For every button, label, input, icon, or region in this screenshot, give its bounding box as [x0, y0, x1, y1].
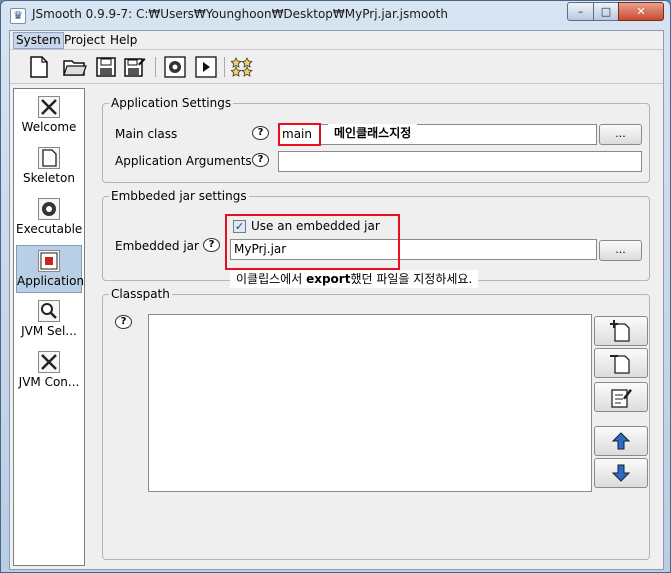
- sidebar-nav: Welcome Skeleton Executable Application: [13, 88, 85, 566]
- toolbar-separator: [155, 57, 156, 77]
- move-down-button[interactable]: [594, 458, 648, 488]
- application-settings-group: Application Settings Main class ? main 메…: [102, 96, 650, 183]
- sidebar-item-jvm-selection[interactable]: JVM Sel...: [16, 296, 82, 344]
- remove-file-icon: [610, 355, 630, 374]
- menu-project[interactable]: Project: [62, 33, 107, 48]
- sidebar-item-application[interactable]: Application: [16, 245, 85, 293]
- toolbar: [10, 51, 663, 84]
- sidebar-item-label: Executable: [16, 222, 83, 236]
- menu-system[interactable]: System: [13, 32, 64, 49]
- maximize-button[interactable]: □: [593, 2, 619, 21]
- sidebar-item-skeleton[interactable]: Skeleton: [16, 143, 82, 191]
- application-icon: [38, 250, 60, 272]
- embedded-jar-browse-button[interactable]: ...: [599, 240, 642, 261]
- jsmooth-app-icon: ♛: [10, 8, 26, 24]
- sidebar-item-executable[interactable]: Executable: [16, 194, 82, 242]
- note-bold: export: [306, 272, 351, 286]
- executable-icon: [38, 198, 60, 220]
- note-prefix: 이클립스에서: [236, 272, 307, 286]
- add-file-icon: [610, 320, 630, 342]
- sidebar-item-label: JVM Sel...: [21, 324, 77, 338]
- embedded-jar-group: Embbeded jar settings Embedded jar ? ✓ U…: [102, 189, 650, 281]
- new-file-icon[interactable]: [27, 55, 51, 79]
- arrow-down-icon: [611, 464, 631, 482]
- remove-classpath-button[interactable]: [594, 348, 648, 378]
- main-class-browse-button[interactable]: ...: [599, 124, 642, 145]
- note-suffix: 했던 파일을 지정하세요.: [350, 272, 473, 286]
- sidebar-item-label: JVM Con...: [18, 375, 80, 389]
- application-window: ♛ JSmooth 0.9.9-7: C:₩Users₩Younghoon₩De…: [0, 0, 671, 573]
- open-folder-icon[interactable]: [63, 55, 87, 79]
- sidebar-item-jvm-configuration[interactable]: JVM Con...: [16, 347, 82, 395]
- sidebar-item-label: Application: [17, 274, 85, 288]
- close-button[interactable]: ✕: [618, 2, 664, 21]
- toolbar-separator: [224, 57, 225, 77]
- run-icon[interactable]: [194, 55, 218, 79]
- jvm-configuration-icon: [38, 351, 60, 373]
- welcome-icon: [38, 96, 60, 118]
- highlight-box: [278, 123, 321, 146]
- application-panel: Application Settings Main class ? main 메…: [89, 88, 659, 566]
- arrow-up-icon: [611, 432, 631, 450]
- menu-help[interactable]: Help: [108, 33, 139, 48]
- arguments-input[interactable]: [278, 151, 642, 172]
- help-icon[interactable]: ?: [252, 126, 269, 140]
- sidebar-item-label: Skeleton: [23, 171, 75, 185]
- skeleton-icon: [38, 147, 60, 169]
- sidebar-item-welcome[interactable]: Welcome: [16, 92, 82, 140]
- client-area: System Project Help Welcome Skeleton Exe…: [9, 30, 664, 570]
- main-class-label: Main class: [115, 127, 178, 141]
- embedded-jar-label: Embedded jar: [115, 239, 199, 253]
- compile-icon[interactable]: [163, 55, 187, 79]
- edit-file-icon: [611, 389, 632, 408]
- highlight-box: [225, 214, 400, 270]
- group-title: Application Settings: [109, 96, 234, 110]
- classpath-group: Classpath ?: [102, 287, 650, 560]
- edit-classpath-button[interactable]: [594, 382, 648, 412]
- add-classpath-button[interactable]: [594, 316, 648, 346]
- annotation-note: 메인클래스지정: [328, 124, 418, 142]
- help-icon[interactable]: ?: [115, 315, 132, 329]
- help-icon[interactable]: ?: [203, 238, 220, 252]
- menu-bar: System Project Help: [10, 31, 663, 50]
- minimize-button[interactable]: –: [567, 2, 594, 21]
- jvm-selection-icon: [38, 300, 60, 322]
- stars-icon[interactable]: [230, 55, 254, 79]
- arguments-label: Application Arguments: [115, 154, 252, 168]
- help-icon[interactable]: ?: [252, 153, 269, 167]
- move-up-button[interactable]: [594, 426, 648, 456]
- group-title: Embbeded jar settings: [109, 189, 249, 203]
- sidebar-item-label: Welcome: [21, 120, 77, 134]
- annotation-note: 이클립스에서 export했던 파일을 지정하세요.: [230, 270, 479, 288]
- main-class-input[interactable]: main: [278, 124, 597, 145]
- window-title: JSmooth 0.9.9-7: C:₩Users₩Younghoon₩Desk…: [32, 7, 448, 21]
- save-as-icon[interactable]: [123, 55, 147, 79]
- save-icon[interactable]: [94, 55, 118, 79]
- title-bar[interactable]: ♛ JSmooth 0.9.9-7: C:₩Users₩Younghoon₩De…: [1, 1, 670, 30]
- group-title: Classpath: [109, 287, 172, 301]
- classpath-list[interactable]: [148, 314, 592, 492]
